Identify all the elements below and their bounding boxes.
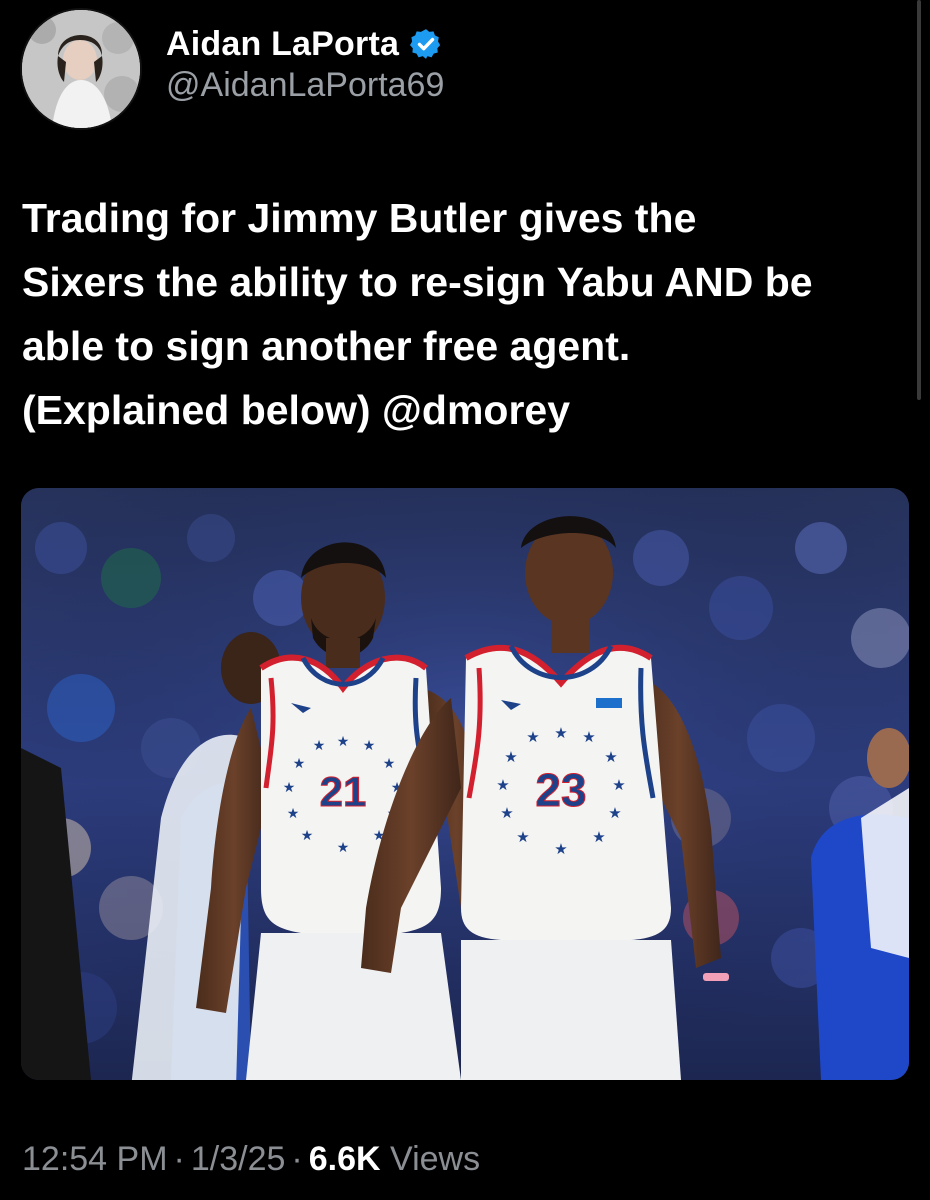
author-handle[interactable]: @AidanLaPorta69 — [166, 66, 444, 105]
svg-text:★: ★ — [612, 776, 625, 794]
svg-text:★: ★ — [500, 804, 513, 822]
svg-text:★: ★ — [608, 804, 621, 822]
views-label: Views — [390, 1140, 481, 1178]
svg-text:★: ★ — [604, 748, 617, 766]
svg-text:★: ★ — [592, 828, 605, 846]
avatar[interactable] — [20, 8, 142, 130]
tweet-text-line: Sixers the ability to re-sign Yabu AND b… — [22, 259, 813, 305]
svg-text:★: ★ — [337, 734, 350, 750]
svg-text:★: ★ — [301, 828, 314, 844]
svg-text:★: ★ — [383, 756, 396, 772]
svg-text:★: ★ — [337, 840, 350, 856]
scrollbar[interactable] — [917, 0, 921, 400]
svg-text:★: ★ — [496, 776, 509, 794]
svg-text:★: ★ — [313, 738, 326, 754]
meta-separator: · — [173, 1140, 185, 1178]
tweet-text-line: Trading for Jimmy Butler gives the — [22, 195, 697, 241]
svg-text:★: ★ — [526, 728, 539, 746]
tweet-header: Aidan LaPorta @AidanLaPorta69 — [20, 8, 444, 130]
svg-text:★: ★ — [363, 738, 376, 754]
svg-text:★: ★ — [293, 756, 306, 772]
svg-text:★: ★ — [283, 780, 296, 796]
tweet-text-line: (Explained below) @dmorey — [22, 387, 571, 433]
svg-text:★: ★ — [554, 724, 567, 742]
meta-separator: · — [291, 1140, 303, 1178]
jersey-right-number: 23 — [535, 764, 586, 816]
tweet-photo[interactable]: 21 ★★★ ★★★ ★★★ ★★★ 23 ★★★ — [21, 488, 909, 1080]
svg-text:★: ★ — [504, 748, 517, 766]
tweet-date[interactable]: 1/3/25 — [191, 1140, 286, 1178]
svg-text:★: ★ — [554, 840, 567, 858]
svg-text:★: ★ — [582, 728, 595, 746]
svg-text:★: ★ — [516, 828, 529, 846]
tweet-text: Trading for Jimmy Butler gives the Sixer… — [22, 186, 917, 442]
verified-badge-icon — [409, 27, 443, 61]
author-display-name[interactable]: Aidan LaPorta — [166, 25, 399, 64]
svg-text:★: ★ — [287, 806, 300, 822]
views-count: 6.6K — [308, 1140, 381, 1178]
tweet-time[interactable]: 12:54 PM — [22, 1140, 168, 1178]
tweet-meta: 12:54 PM · 1/3/25 · 6.6K Views — [22, 1140, 480, 1179]
jersey-left-number: 21 — [320, 768, 367, 815]
tweet-text-line: able to sign another free agent. — [22, 323, 631, 369]
